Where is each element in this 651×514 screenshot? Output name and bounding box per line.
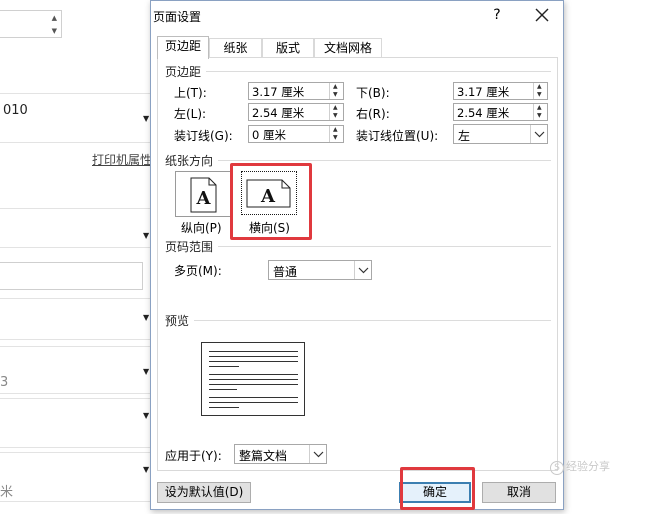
watermark-text: 经验分享 [566,460,610,473]
background-faint-value: 3 [0,375,9,390]
portrait-letter: A [196,188,212,209]
preview-line [209,389,237,390]
spin-buttons[interactable]: ▲ ▼ [329,104,343,120]
background-panel[interactable]: 米 ▼ [0,452,150,502]
tab-paper[interactable]: 纸张 [209,38,262,58]
help-button[interactable]: ? [489,7,505,23]
spin-buttons[interactable]: ▲ ▼ [533,83,547,99]
tab-margins[interactable]: 页边距 [157,36,209,59]
preview-group-label: 预览 [165,314,190,328]
preview-line [209,384,298,385]
multiple-pages-label: 多页(M): [174,264,222,278]
portrait-icon-box[interactable]: A [175,171,231,217]
bottom-margin-label: 下(B): [356,86,390,100]
apply-to-label: 应用于(Y): [165,449,222,463]
bottom-margin-input[interactable]: 3.17 厘米 ▲ ▼ [453,82,548,100]
spin-buttons[interactable]: ▲ ▼ [329,126,343,142]
landscape-highlight [230,163,312,240]
preview-line [209,397,298,398]
watermark-logo-icon: S [550,461,564,475]
multiple-pages-select[interactable]: 普通 [268,260,372,280]
caret-icon[interactable]: ▼ [143,411,149,420]
separator [218,246,551,247]
caret-icon[interactable]: ▼ [143,465,149,474]
preview-line [209,374,298,375]
background-panel[interactable]: ▼ [0,298,150,340]
preview-line [209,366,239,367]
top-margin-input[interactable]: 3.17 厘米 ▲ ▼ [248,82,344,100]
gutter-position-value: 左 [458,129,471,143]
close-icon [535,8,549,22]
margins-panel: 页边距 上(T): 3.17 厘米 ▲ ▼ 下(B): 3.17 厘米 ▲ ▼ 左(… [157,57,558,471]
dropdown-button[interactable] [354,261,371,279]
margins-group-label: 页边距 [165,65,202,79]
tab-layout[interactable]: 版式 [262,38,314,58]
dialog-titlebar[interactable]: 页面设置 ? [151,1,563,31]
portrait-page-icon: A [190,177,217,213]
left-margin-label: 左(L): [174,107,207,121]
right-margin-input[interactable]: 2.54 厘米 ▲ ▼ [453,103,548,121]
close-button[interactable] [531,4,553,26]
spin-buttons[interactable]: ▲ ▼ [329,83,343,99]
background-faint-value: 米 [0,485,14,500]
chevron-down-icon [313,451,324,458]
background-panel[interactable]: ▼ [0,398,150,448]
left-margin-value: 2.54 厘米 [252,106,305,120]
pages-group-label: 页码范围 [165,240,214,254]
caret-icon[interactable]: ▼ [143,313,149,322]
preview-line [209,407,239,408]
apply-to-value: 整篇文档 [239,449,288,463]
gutter-position-select[interactable]: 左 [453,124,548,144]
preview-line [209,379,298,380]
bottom-margin-value: 3.17 厘米 [457,85,510,99]
dropdown-button[interactable] [530,125,547,143]
chevron-down-icon [534,131,545,138]
spin-buttons[interactable]: ▲ ▼ [533,104,547,120]
caret-icon[interactable]: ▼ [143,114,149,123]
portrait-label[interactable]: 纵向(P) [181,219,222,236]
background-spinner[interactable]: ▲ ▼ [0,10,62,38]
page-preview [201,342,305,416]
gutter-input[interactable]: 0 厘米 ▲ ▼ [248,125,344,143]
background-input[interactable] [0,262,143,290]
right-margin-value: 2.54 厘米 [457,106,510,120]
page-setup-dialog: 页面设置 ? 页边距 纸张 版式 文档网格 页边距 上(T): 3.17 厘米 … [150,0,564,510]
watermark: S 经验分享 [550,458,610,475]
apply-to-select[interactable]: 整篇文档 [234,444,327,464]
preview-line [209,361,298,362]
tab-doc-grid[interactable]: 文档网格 [314,38,382,58]
gutter-position-label: 装订线位置(U): [356,129,439,143]
caret-icon[interactable]: ▼ [143,367,149,376]
background-panel[interactable]: 3 ▼ [0,346,150,394]
chevron-down-icon [358,267,369,274]
portrait-option[interactable]: A [175,171,231,217]
printer-properties-link[interactable]: 打印机属性 [92,151,150,168]
separator [206,71,551,72]
spin-down-icon[interactable]: ▼ [52,27,57,35]
caret-icon[interactable]: ▼ [143,231,149,240]
preview-line [209,402,298,403]
separator [218,160,551,161]
orientation-group-label: 纸张方向 [165,154,214,168]
dialog-title: 页面设置 [153,10,202,24]
dropdown-button[interactable] [309,445,326,463]
left-margin-input[interactable]: 2.54 厘米 ▲ ▼ [248,103,344,121]
gutter-value: 0 厘米 [252,128,286,142]
background-field-text: 010 [3,103,28,118]
preview-line [209,356,298,357]
cancel-button[interactable]: 取消 [482,482,556,503]
spin-up-icon[interactable]: ▲ [52,14,57,22]
set-default-button[interactable]: 设为默认值(D) [157,482,251,503]
background-window: ▲ ▼ 010 ▼ 打印机属性 ▼ ▼ 3 ▼ ▼ 米 ▼ [0,0,150,514]
gutter-label: 装订线(G): [174,129,233,143]
separator [194,320,551,321]
top-margin-value: 3.17 厘米 [252,85,305,99]
right-margin-label: 右(R): [356,107,390,121]
multiple-pages-value: 普通 [273,265,298,279]
top-margin-label: 上(T): [174,86,207,100]
ok-highlight [400,467,475,510]
background-panel[interactable]: ▼ [0,208,150,248]
background-panel[interactable]: 010 ▼ [0,93,150,143]
preview-line [209,351,298,352]
